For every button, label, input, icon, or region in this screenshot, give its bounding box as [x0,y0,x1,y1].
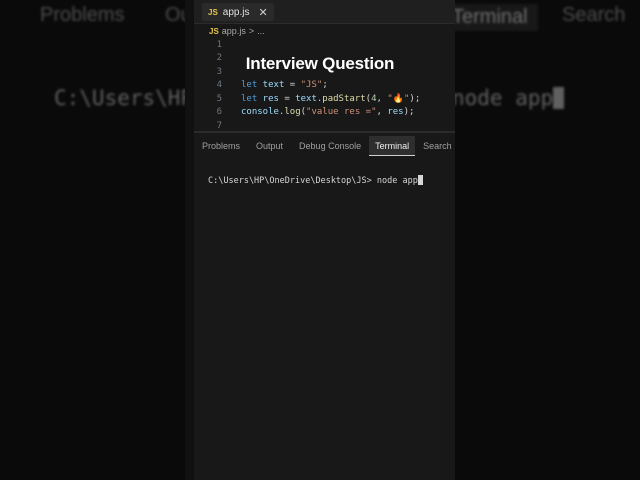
identifier-token: text [257,80,290,91]
terminal-area[interactable]: C:\Users\HP\OneDrive\Desktop\JS> node ap… [194,158,455,458]
code-text: console.log("value res =", res); [226,107,414,117]
identifier-token: text. [295,93,323,104]
code-text: let res = text.padStart(4, "🔥"); [226,94,420,104]
terminal-command: node app [376,176,418,186]
close-icon[interactable]: ✕ [258,6,267,19]
keyword-token: let [241,80,258,91]
tab-output[interactable]: Output [248,136,291,156]
tab-problems[interactable]: Problems [194,136,248,156]
punctuation-token: ); [409,93,421,104]
tab-debug-console[interactable]: Debug Console [291,136,369,156]
code-text: let text = "JS"; [226,80,328,90]
terminal-prompt-line: C:\Users\HP\OneDrive\Desktop\JS> node ap… [208,175,423,186]
editor-window: JS app.js ✕ JS app.js > ... 1 2 3 4 let … [185,0,455,480]
code-line: 6 console.log("value res =", res); [194,106,415,120]
background-code-right: node app [452,86,565,110]
video-title-overlay: Interview Question [245,54,395,73]
background-code-left: C:\Users\HP [54,86,194,110]
operator-token: = [289,80,301,91]
line-number: 4 [216,80,222,91]
line-number: 7 [216,120,222,131]
panel-divider[interactable] [194,131,455,133]
background-tab-search: Search [562,4,626,26]
function-token: log [284,107,301,118]
code-editor[interactable]: 1 2 3 4 let text = "JS"; 5 let res = tex… [194,38,455,131]
tab-terminal[interactable]: Terminal [369,136,416,156]
terminal-prompt: C:\Users\HP\OneDrive\Desktop\JS> [208,176,377,186]
code-line: 1 [194,38,226,52]
editor-tab-bar: JS app.js ✕ [194,0,455,24]
keyword-token: let [241,93,258,104]
function-token: padStart [322,93,366,104]
terminal-cursor [417,175,423,185]
breadcrumb-more[interactable]: ... [257,26,265,36]
background-cursor [553,87,565,109]
string-token: "value res =" [306,107,377,118]
code-line: 5 let res = text.padStart(4, "🔥"); [194,92,421,106]
fire-icon: 🔥 [392,93,404,104]
line-number: 1 [216,39,222,50]
js-file-icon: JS [208,7,218,17]
punctuation-token: ); [403,107,415,118]
punctuation-token: , [376,93,388,104]
string-token: "JS" [300,80,323,91]
breadcrumb-file[interactable]: app.js [222,26,246,36]
file-tab-app-js[interactable]: JS app.js ✕ [202,3,274,21]
identifier-token: res [387,107,404,118]
identifier-token: res [257,93,285,104]
line-number: 6 [216,107,222,118]
identifier-token: console. [241,107,285,118]
background-tab-problems: Problems [40,4,125,26]
line-number: 5 [216,93,222,104]
panel-tab-bar: Problems Output Debug Console Terminal S… [194,136,455,156]
breadcrumb: JS app.js > ... [209,26,265,36]
file-tab-label: app.js [222,6,250,18]
js-file-icon: JS [209,26,219,36]
punctuation-token: , [376,107,388,118]
tab-search[interactable]: Search [415,136,455,156]
operator-token: = [284,93,296,104]
background-command: node app [452,86,554,110]
breadcrumb-separator: > [248,26,255,36]
punctuation-token: ; [322,80,328,91]
code-line: 4 let text = "JS"; [194,79,328,93]
background-tab-terminal: Terminal [442,4,538,31]
